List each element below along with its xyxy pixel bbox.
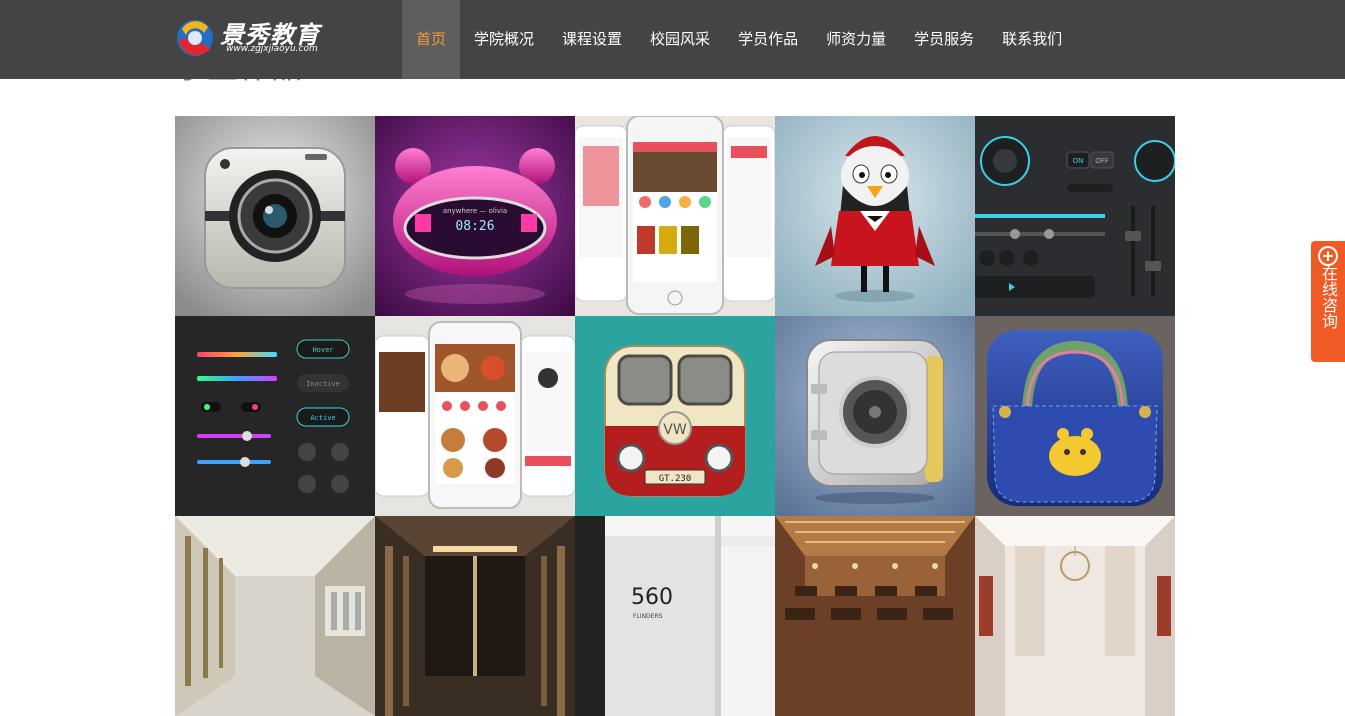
svg-text:VW: VW xyxy=(663,422,687,438)
vw-bus-icon-artwork: VW GT.230 xyxy=(575,316,775,516)
player-song-text: anywhere — olivia xyxy=(443,207,507,215)
shop-sub-text: FLINDERS xyxy=(633,613,663,620)
ui-hover-text: Hover xyxy=(312,346,333,354)
toggle-on-text: ON xyxy=(1073,157,1084,165)
camera-icon-artwork xyxy=(175,116,375,316)
logo-globe-icon xyxy=(177,20,213,56)
corridor-interior-artwork xyxy=(175,516,375,716)
ui-kit-sliders-artwork: Hover Inactive Active xyxy=(175,316,375,516)
gallery-item[interactable] xyxy=(975,316,1175,516)
gallery-item[interactable] xyxy=(375,316,575,516)
safe-icon-artwork xyxy=(775,316,975,516)
pocket-lock-icon-artwork xyxy=(975,316,1175,516)
gallery-item[interactable] xyxy=(375,516,575,716)
gallery-item[interactable]: VW GT.230 xyxy=(575,316,775,516)
gallery-item[interactable] xyxy=(975,516,1175,716)
audio-controls-artwork: ON OFF xyxy=(975,116,1175,316)
gallery-item[interactable] xyxy=(775,516,975,716)
gallery-item[interactable]: 560 FLINDERS xyxy=(575,516,775,716)
shop-sign-text: 560 xyxy=(631,585,673,610)
nav-item[interactable]: 学员服务 xyxy=(900,0,988,79)
online-consult-label: 在线咨询 xyxy=(1319,265,1338,329)
banquet-hall-interior-artwork xyxy=(975,516,1175,716)
bus-plate-text: GT.230 xyxy=(659,474,692,484)
online-consult-button[interactable]: 在线咨询 xyxy=(1311,241,1345,362)
food-app-artwork xyxy=(375,316,575,516)
logo-url: www.zgjxjiaoyu.com xyxy=(226,44,318,54)
works-gallery: anywhere — olivia 08:26 ON OFF Hover Ina… xyxy=(175,116,1175,716)
music-player-artwork: anywhere — olivia 08:26 xyxy=(375,116,575,316)
main-nav: 首页 学院概况 课程设置 校园风采 学员作品 师资力量 学员服务 联系我们 xyxy=(402,0,1076,79)
gallery-item[interactable] xyxy=(775,116,975,316)
nav-item[interactable]: 学员作品 xyxy=(724,0,812,79)
gallery-item[interactable] xyxy=(575,116,775,316)
ui-inactive-text: Inactive xyxy=(306,380,340,388)
lobby-interior-artwork xyxy=(375,516,575,716)
gallery-item[interactable]: anywhere — olivia 08:26 xyxy=(375,116,575,316)
nav-item[interactable]: 首页 xyxy=(402,0,461,79)
nav-item[interactable]: 课程设置 xyxy=(548,0,636,79)
gallery-item[interactable] xyxy=(775,316,975,516)
site-logo[interactable]: 景秀教育 www.zgjxjiaoyu.com xyxy=(174,17,334,61)
nav-item[interactable]: 学院概况 xyxy=(460,0,548,79)
penguin-character-artwork xyxy=(775,116,975,316)
gallery-item[interactable]: ON OFF xyxy=(975,116,1175,316)
player-time-text: 08:26 xyxy=(455,219,494,234)
nav-item[interactable]: 校园风采 xyxy=(636,0,724,79)
gallery-item[interactable] xyxy=(175,116,375,316)
ui-active-text: Active xyxy=(310,414,335,422)
gallery-item[interactable] xyxy=(175,516,375,716)
nav-item[interactable]: 师资力量 xyxy=(812,0,900,79)
shop-560-interior-artwork: 560 FLINDERS xyxy=(575,516,775,716)
gallery-item[interactable]: Hover Inactive Active xyxy=(175,316,375,516)
restaurant-interior-artwork xyxy=(775,516,975,716)
toggle-off-text: OFF xyxy=(1095,157,1109,165)
nav-item[interactable]: 联系我们 xyxy=(988,0,1076,79)
top-navbar: 景秀教育 www.zgjxjiaoyu.com 首页 学院概况 课程设置 校园风采 学员… xyxy=(0,0,1345,79)
bookstore-app-artwork xyxy=(575,116,775,316)
